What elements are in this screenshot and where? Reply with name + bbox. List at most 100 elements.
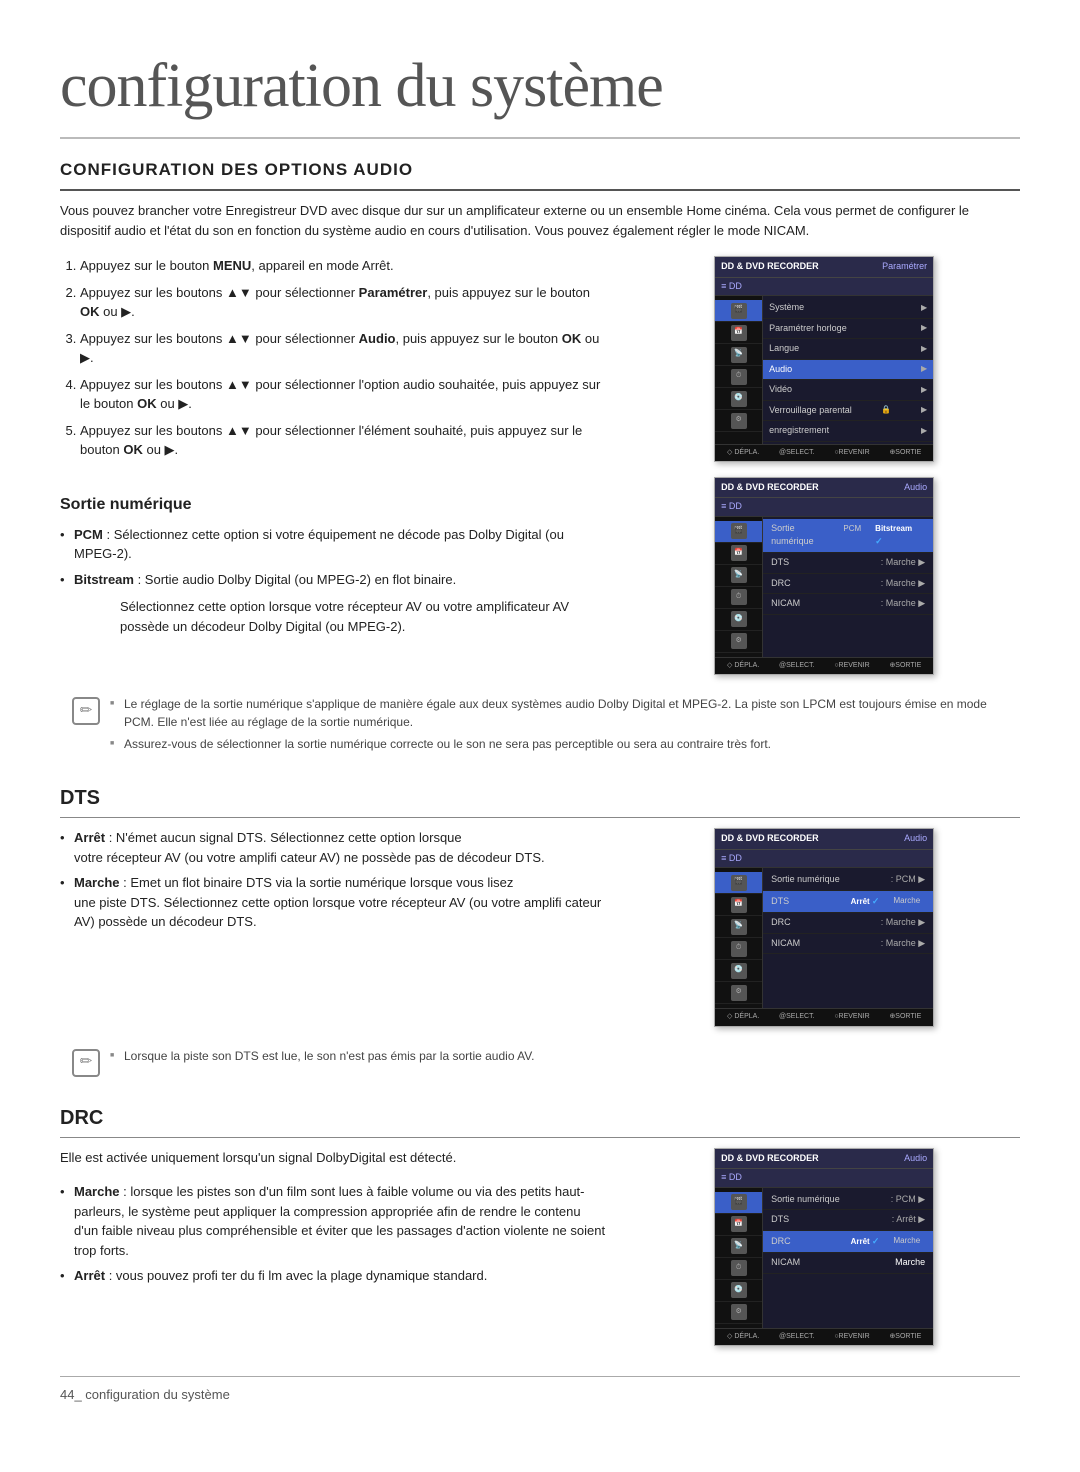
screen-body-3: 🎬 📅 📡 ⏱ 💿 ⚙ Sortie numérique: PCM ▶ DTS … <box>715 868 933 1008</box>
screen-title-left-2: DD & DVD RECORDER <box>721 481 819 495</box>
dd-label-2: ≡ DD <box>715 498 933 517</box>
screen-main-3: Sortie numérique: PCM ▶ DTS Arrêt ✓ Marc… <box>763 868 933 1008</box>
screen-header-3: DD & DVD RECORDER Audio <box>715 829 933 850</box>
screen-sidebar-4: 🎬 📅 📡 ⏱ 💿 ⚙ <box>715 1188 763 1328</box>
audio-row-sortie: Sortie numérique PCM Bitstream ✓ <box>763 519 933 554</box>
sidebar-icon-5: 💿 <box>731 391 747 407</box>
dts-left: Arrêt : N'émet aucun signal DTS. Sélecti… <box>60 828 608 1027</box>
sortie-options: PCM Bitstream ✓ <box>838 522 925 550</box>
sidebar-4-e: 💿 <box>715 1280 762 1302</box>
step-2: Appuyez sur les boutons ▲▼ pour sélectio… <box>80 283 608 322</box>
audio4-sortie: Sortie numérique: PCM ▶ <box>763 1190 933 1211</box>
audio3-sortie: Sortie numérique: PCM ▶ <box>763 870 933 891</box>
note-box-dts: ✏ Lorsque la piste son DTS est lue, le s… <box>60 1039 1020 1085</box>
sidebar-guide: 📅 <box>715 322 762 344</box>
footer-select: @SELECT. <box>779 448 815 459</box>
audio-row-nicam: NICAM: Marche ▶ <box>763 594 933 615</box>
dd-label-3: ≡ DD <box>715 850 933 869</box>
page-title: configuration du système <box>60 40 1020 139</box>
footer-depla: ◇ DÉPLA. <box>727 448 759 459</box>
dts-arret-indent: votre récepteur AV (ou votre amplifi cat… <box>74 848 608 868</box>
opt-bitstream: Bitstream ✓ <box>870 522 925 550</box>
note-dts-item: Lorsque la piste son DTS est lue, le son… <box>110 1047 535 1065</box>
footer2-select: @SELECT. <box>779 661 815 672</box>
footer4-depla: ◇ DÉPLA. <box>727 1332 759 1343</box>
drc-marche: Marche : lorsque les pistes son d'un fil… <box>60 1182 608 1260</box>
screen-body-2: 🎬 📅 📡 ⏱ 💿 ⚙ Sortie numérique PCM Bitstre… <box>715 517 933 657</box>
screen-main-4: Sortie numérique: PCM ▶ DTS: Arrêt ▶ DRC… <box>763 1188 933 1328</box>
steps-section: Appuyez sur le bouton MENU, appareil en … <box>60 256 1020 467</box>
screen-footer-2: ◇ DÉPLA. @SELECT. ○REVENIR ⊕SORTIE <box>715 657 933 675</box>
screen-body-1: 🎬 📅 📡 ⏱ 💿 ⚙ Système▶ Paramétrer horloge▶… <box>715 296 933 444</box>
dts-marche: Marche : Emet un flot binaire DTS via la… <box>60 873 608 932</box>
footer2-depla: ◇ DÉPLA. <box>727 661 759 672</box>
footer2-revenir: ○REVENIR <box>834 661 869 672</box>
sidebar-2-bibliotheque: 🎬 <box>715 521 762 543</box>
note-icon-dts: ✏ <box>72 1049 100 1077</box>
screen-title-right-2: Audio <box>904 481 927 495</box>
sidebar-conf: 💿 <box>715 388 762 410</box>
footer4-revenir: ○REVENIR <box>834 1332 869 1343</box>
screen-main-2: Sortie numérique PCM Bitstream ✓ DTS: Ma… <box>763 517 933 657</box>
menu4-screen: DD & DVD RECORDER Audio ≡ DD 🎬 📅 📡 ⏱ 💿 ⚙… <box>628 1148 1020 1347</box>
menu-langue: Langue▶ <box>763 339 933 360</box>
sidebar-2-em: ⏱ <box>715 587 762 609</box>
sidebar-param: ⚙ <box>715 410 762 432</box>
screen-sidebar-3: 🎬 📅 📡 ⏱ 💿 ⚙ <box>715 868 763 1008</box>
note-icon-1: ✏ <box>72 697 100 725</box>
opt-drc-arret: Arrêt ✓ <box>846 1234 885 1250</box>
footer4-sortie: ⊕SORTIE <box>889 1332 921 1343</box>
sidebar-bibliotheque: 🎬 <box>715 300 762 322</box>
menu-enreg: enregistrement▶ <box>763 421 933 442</box>
step-5: Appuyez sur les boutons ▲▼ pour sélectio… <box>80 421 608 460</box>
sortie-title: Sortie numérique <box>60 493 608 517</box>
audio3-dts: DTS Arrêt ✓ Marche <box>763 891 933 914</box>
drc-arret: Arrêt : vous pouvez profi ter du fi lm a… <box>60 1266 608 1286</box>
drc-options: Arrêt ✓ Marche <box>846 1234 926 1250</box>
footer-sortie: ⊕SORTIE <box>889 448 921 459</box>
menu-video: Vidéo▶ <box>763 380 933 401</box>
dd-label-1: ≡ DD <box>715 278 933 297</box>
sidebar-3-f: ⚙ <box>715 982 762 1004</box>
opt-marche: Marche <box>888 894 925 910</box>
note-content-1: Le réglage de la sortie numérique s'appl… <box>110 695 1008 757</box>
sidebar-3-b: 📅 <box>715 894 762 916</box>
sidebar-icon-3: 📡 <box>731 347 747 363</box>
menu2-screen: DD & DVD RECORDER Audio ≡ DD 🎬 📅 📡 ⏱ 💿 ⚙… <box>628 477 1020 676</box>
sidebar-3-e: 💿 <box>715 960 762 982</box>
audio-row-drc: DRC: Marche ▶ <box>763 574 933 595</box>
sidebar-2-conf: 💿 <box>715 609 762 631</box>
sidebar-canal: 📡 <box>715 344 762 366</box>
menu-audio: Audio▶ <box>763 360 933 381</box>
screen-mockup-4: DD & DVD RECORDER Audio ≡ DD 🎬 📅 📡 ⏱ 💿 ⚙… <box>714 1148 934 1347</box>
dts-two-col: Arrêt : N'émet aucun signal DTS. Sélecti… <box>60 828 1020 1027</box>
audio4-nicam: NICAMMarche <box>763 1253 933 1274</box>
menu-parental: Verrouillage parental🔒▶ <box>763 401 933 422</box>
opt-pcm: PCM <box>838 522 866 550</box>
drc-title: DRC <box>60 1103 1020 1138</box>
sidebar-em: ⏱ <box>715 366 762 388</box>
screen-mockup-2: DD & DVD RECORDER Audio ≡ DD 🎬 📅 📡 ⏱ 💿 ⚙… <box>714 477 934 676</box>
sortie-bitstream: Bitstream : Sortie audio Dolby Digital (… <box>60 570 608 590</box>
sidebar-3-c: 📡 <box>715 916 762 938</box>
footer3-revenir: ○REVENIR <box>834 1012 869 1023</box>
section-title: CONFIGURATION DES OPTIONS AUDIO <box>60 157 1020 191</box>
dts-bullets: Arrêt : N'émet aucun signal DTS. Sélecti… <box>60 828 608 932</box>
sidebar-2-guide: 📅 <box>715 543 762 565</box>
footer4-select: @SELECT. <box>779 1332 815 1343</box>
intro-text: Vous pouvez brancher votre Enregistreur … <box>60 201 1020 243</box>
dts-section: DTS Arrêt : N'émet aucun signal DTS. Sél… <box>60 783 1020 1085</box>
footer-revenir: ○REVENIR <box>834 448 869 459</box>
footer3-select: @SELECT. <box>779 1012 815 1023</box>
drc-bullets: Marche : lorsque les pistes son d'un fil… <box>60 1182 608 1286</box>
footer3-depla: ◇ DÉPLA. <box>727 1012 759 1023</box>
audio4-drc: DRC Arrêt ✓ Marche <box>763 1231 933 1254</box>
screen-header-2: DD & DVD RECORDER Audio <box>715 478 933 499</box>
sidebar-3-d: ⏱ <box>715 938 762 960</box>
sidebar-icon-2: 📅 <box>731 325 747 341</box>
sortie-section: Sortie numérique PCM : Sélectionnez cett… <box>60 477 1020 676</box>
step-4: Appuyez sur les boutons ▲▼ pour sélectio… <box>80 375 608 414</box>
sortie-bitstream-indent: Sélectionnez cette option lorsque votre … <box>60 597 608 636</box>
menu3-screen: DD & DVD RECORDER Audio ≡ DD 🎬 📅 📡 ⏱ 💿 ⚙… <box>628 828 1020 1027</box>
sidebar-icon-4: ⏱ <box>731 369 747 385</box>
